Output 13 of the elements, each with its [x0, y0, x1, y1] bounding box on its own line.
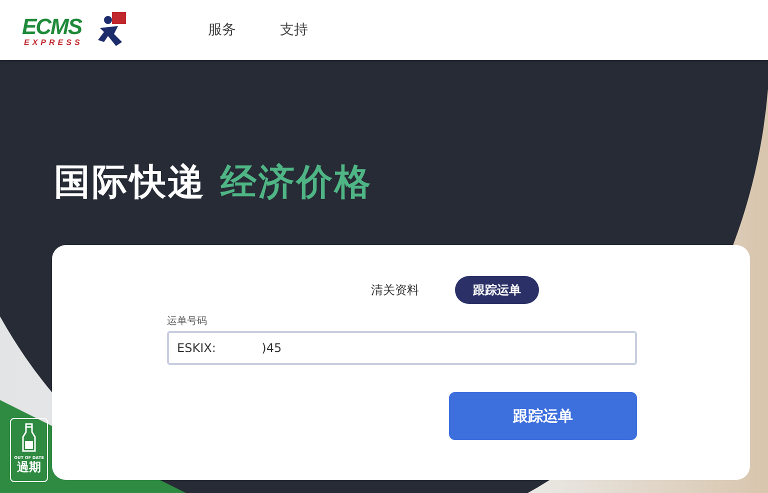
tab[interactable]: 跟踪运单	[455, 276, 539, 304]
logo-tagline: EXPRESS	[24, 38, 83, 47]
hero-title: 国际快递 经济价格	[53, 161, 374, 205]
nav-link[interactable]: 服务	[208, 21, 236, 39]
bottle-icon	[22, 423, 36, 453]
track-button[interactable]: 跟踪运单	[449, 392, 637, 440]
nav-link[interactable]: 支持	[280, 21, 308, 39]
logo[interactable]: ECMS EXPRESS	[20, 10, 130, 50]
tab[interactable]: 清关资料	[353, 276, 437, 304]
sticker-label: 過期	[17, 460, 41, 474]
logo-wordmark: ECMS	[22, 14, 82, 39]
field-label: 运单号码	[167, 314, 208, 328]
tracking-number-field[interactable]: ESKIX: )45	[167, 331, 637, 365]
